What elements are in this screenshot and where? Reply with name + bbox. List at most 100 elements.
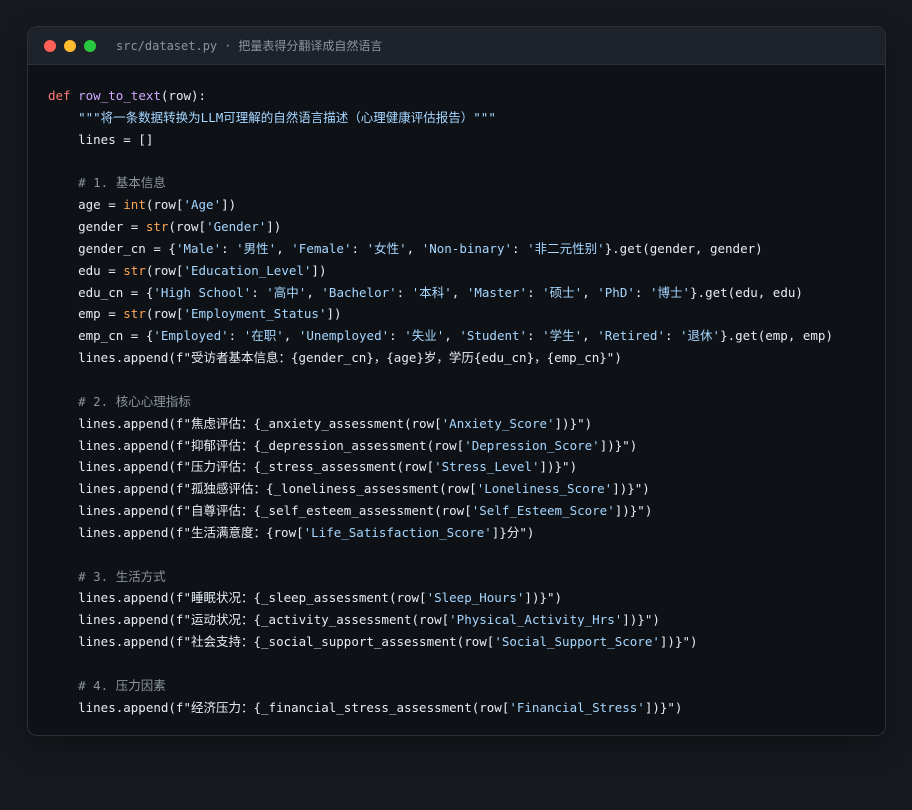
code-token: 'Stress_Level' <box>434 459 540 475</box>
minimize-button[interactable] <box>64 39 76 52</box>
code-line: # 3. 生活方式 <box>48 566 885 588</box>
code-line: # 2. 核心心理指标 <box>48 391 885 413</box>
code-token: (row[ <box>145 197 184 213</box>
code-token: 'Financial_Stress' <box>509 699 645 715</box>
code-token: 'Physical_Activity_Hrs' <box>449 612 623 628</box>
code-token: lines.append(f"焦虑评估：{_anxiety_assessment… <box>48 415 442 431</box>
code-line: # 1. 基本信息 <box>48 172 885 194</box>
window-title: src/dataset.py · 把量表得分翻译成自然语言 <box>116 37 382 54</box>
code-token: ]) <box>266 219 282 235</box>
code-token: 'Retired' <box>597 328 665 344</box>
title-separator: · <box>224 39 232 53</box>
code-token: age = <box>48 197 124 213</box>
code-line: lines.append(f"焦虑评估：{_anxiety_assessment… <box>48 413 885 435</box>
code-line: lines.append(f"抑郁评估：{_depression_assessm… <box>48 435 885 457</box>
code-line: emp_cn = {'Employed': '在职', 'Unemployed'… <box>48 325 885 347</box>
code-token: : <box>527 284 543 300</box>
title-bar: src/dataset.py · 把量表得分翻译成自然语言 <box>28 27 885 65</box>
code-token: 'Student' <box>459 328 528 344</box>
code-token: : <box>221 240 237 256</box>
code-line: lines.append(f"自尊评估：{_self_esteem_assess… <box>48 500 885 522</box>
code-token: lines.append(f"社会支持：{_social_support_ass… <box>48 634 495 650</box>
code-token: , <box>582 284 598 300</box>
code-token: , <box>406 240 422 256</box>
code-token: 'Social_Support_Score' <box>494 634 660 650</box>
code-token: 'Education_Level' <box>183 262 312 278</box>
code-token: 'Life_Satisfaction_Score' <box>303 524 492 540</box>
code-token: 'Female' <box>291 240 352 256</box>
code-token: : <box>228 328 244 344</box>
code-line: lines.append(f"运动状况：{_activity_assessmen… <box>48 609 885 631</box>
code-token: : <box>251 284 267 300</box>
maximize-button[interactable] <box>84 39 96 52</box>
code-token: }.get(edu, edu) <box>690 284 803 300</box>
code-token: '退休' <box>680 328 721 344</box>
code-token: ]) <box>326 306 342 322</box>
close-button[interactable] <box>44 39 56 52</box>
code-token: ])}") <box>659 634 698 650</box>
code-token: row_to_text <box>78 88 161 103</box>
code-token: str <box>123 262 146 278</box>
code-line: gender_cn = {'Male': '男性', 'Female': '女性… <box>48 238 885 260</box>
code-token: (row[ <box>168 219 207 235</box>
code-token: ]) <box>311 262 327 278</box>
code-line: # 4. 压力因素 <box>48 675 885 697</box>
code-token: '学生' <box>542 328 583 344</box>
code-token: gender_cn = { <box>48 240 176 256</box>
code-token: lines.append(f"睡眠状况：{_sleep_assessment(r… <box>48 590 427 606</box>
code-token: edu_cn = { <box>48 284 154 300</box>
code-line: lines.append(f"孤独感评估：{_loneliness_assess… <box>48 478 885 500</box>
code-token: int <box>123 197 146 213</box>
code-token: : <box>389 328 405 344</box>
code-token: : <box>634 284 650 300</box>
code-comment: # 2. 核心心理指标 <box>78 393 191 409</box>
code-token: '女性' <box>366 240 407 256</box>
code-token: ])}") <box>539 459 578 475</box>
code-token: 'Self_Esteem_Score' <box>471 503 615 519</box>
code-token: ])}") <box>644 699 683 715</box>
code-line: lines.append(f"经济压力：{_financial_stress_a… <box>48 697 885 719</box>
code-token: ])}") <box>554 415 593 431</box>
code-token: lines.append(f"孤独感评估：{_loneliness_assess… <box>48 481 477 497</box>
code-token: def <box>48 88 79 103</box>
code-line: def row_to_text(row): <box>48 85 885 107</box>
code-token: '硕士' <box>542 284 583 300</box>
code-token: 'Non-binary' <box>421 240 512 256</box>
code-token: '高中' <box>266 284 307 300</box>
code-token: lines.append(f"压力评估：{_stress_assessment(… <box>48 459 435 475</box>
code-token: , <box>582 328 598 344</box>
code-token: ])}") <box>622 612 660 628</box>
code-token: , <box>444 328 460 344</box>
code-token: '在职' <box>243 328 284 344</box>
code-token: edu = <box>48 262 124 278</box>
code-token: emp_cn = { <box>48 328 154 344</box>
code-line: """将一条数据转换为LLM可理解的自然语言描述（心理健康评估报告）""" <box>48 107 885 129</box>
code-token: ])}") <box>614 503 653 519</box>
code-token: 'Employment_Status' <box>183 306 327 322</box>
code-line: lines.append(f"生活满意度：{row['Life_Satisfac… <box>48 522 885 544</box>
code-token: }.get(emp, emp) <box>720 328 833 344</box>
code-token: : <box>512 240 528 256</box>
code-token: str <box>123 306 146 322</box>
code-line: lines.append(f"睡眠状况：{_sleep_assessment(r… <box>48 587 885 609</box>
code-line: lines.append(f"受访者基本信息：{gender_cn}，{age}… <box>48 347 885 369</box>
code-token: lines.append(f"抑郁评估：{_depression_assessm… <box>48 437 465 453</box>
code-line: lines.append(f"社会支持：{_social_support_ass… <box>48 631 885 653</box>
code-token: lines.append(f"自尊评估：{_self_esteem_assess… <box>48 503 472 519</box>
code-token: , <box>306 284 322 300</box>
code-token: ]}分") <box>491 524 535 540</box>
code-token: , <box>451 284 467 300</box>
code-token: , <box>276 240 292 256</box>
code-token: '失业' <box>404 328 445 344</box>
file-path: src/dataset.py <box>116 39 218 53</box>
code-token: lines.append(f"生活满意度：{row[ <box>48 524 304 540</box>
code-token: emp = <box>48 306 124 322</box>
code-editor[interactable]: def row_to_text(row): """将一条数据转换为LLM可理解的… <box>48 85 885 718</box>
code-token: lines = [] <box>48 131 154 147</box>
code-line: edu = str(row['Education_Level']) <box>48 260 885 282</box>
